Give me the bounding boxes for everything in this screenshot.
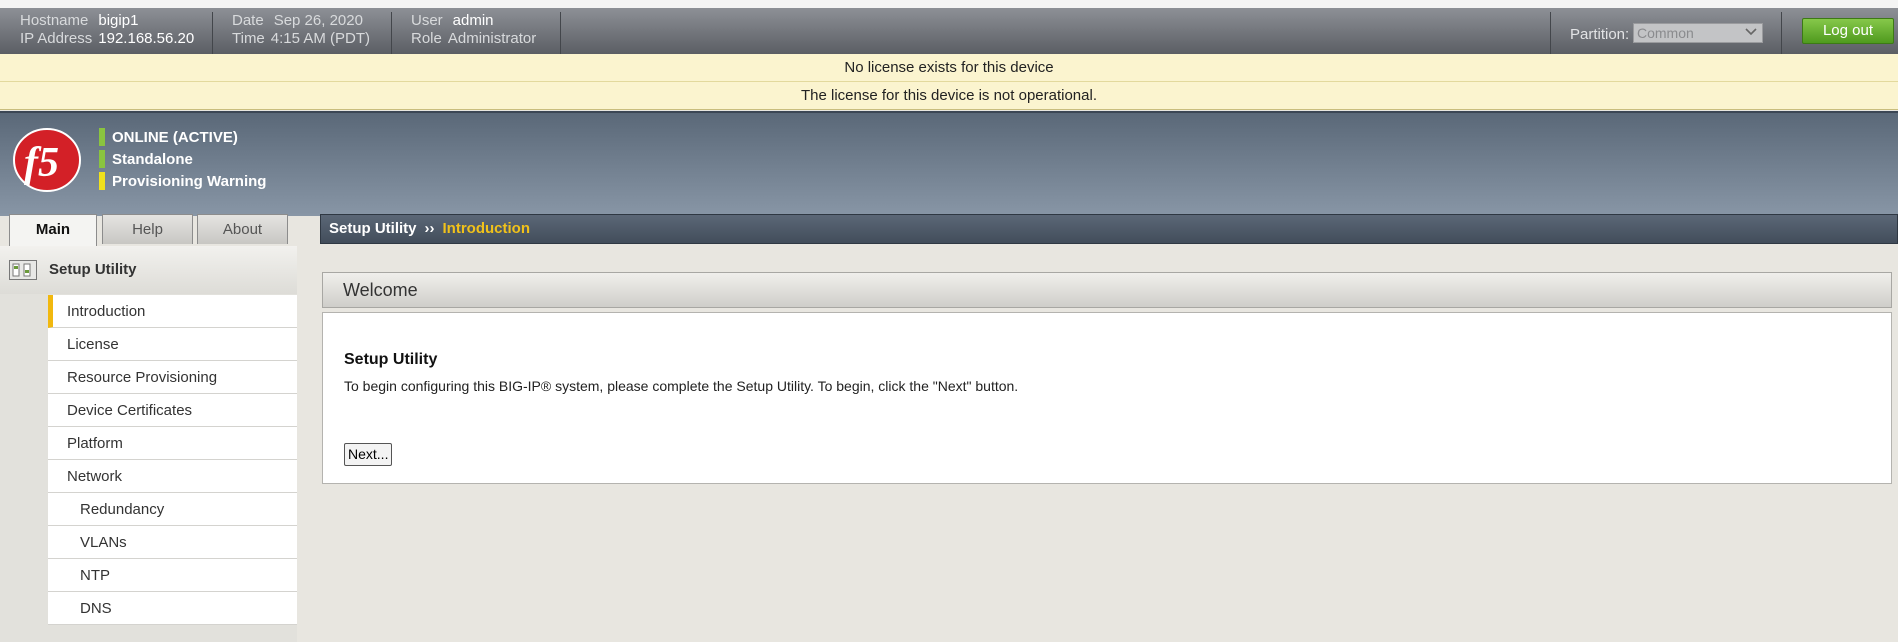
sidebar-nav: Introduction License Resource Provisioni… [48,295,297,625]
banner: f5 ONLINE (ACTIVE) Standalone Provisioni… [0,111,1898,216]
sidebar-item-dns[interactable]: DNS [48,592,297,625]
top-status-bar: Hostname bigip1 IP Address 192.168.56.20 D… [0,0,1898,54]
tab-main[interactable]: Main [9,214,97,246]
status-online: ONLINE (ACTIVE) [99,126,266,148]
hostname-value: bigip1 [98,12,139,29]
panel-title: Welcome [322,272,1892,308]
breadcrumb-separator: ›› [424,220,435,237]
date-label: Date [232,12,264,29]
hostname-label: Hostname [20,12,89,29]
user-info: User admin Role Administrator [411,12,561,54]
section-description: To begin configuring this BIG-IP® system… [344,378,1019,394]
role-label: Role [411,30,442,47]
status-label[interactable]: ONLINE (ACTIVE) [112,129,238,146]
time-label: Time [232,30,265,47]
breadcrumb-parent[interactable]: Setup Utility [329,220,417,237]
section-title: Setup Utility [344,351,438,368]
sidebar-item-platform[interactable]: Platform [48,427,297,460]
partition-selector: Partition: Common [1550,12,1782,54]
sidebar-title: Setup Utility [49,261,137,278]
sidebar-item-network[interactable]: Network [48,460,297,493]
chevron-down-icon [1745,28,1757,36]
date-info: Date Sep 26, 2020 Time 4:15 AM (PDT) [232,12,392,54]
license-alert: The license for this device is not opera… [0,82,1898,110]
svg-text:f5: f5 [24,140,59,186]
sidebar-item-vlans[interactable]: VLANs [48,526,297,559]
status-list: ONLINE (ACTIVE) Standalone Provisioning … [99,126,266,192]
breadcrumb-current: Introduction [442,220,530,237]
setup-utility-icon [9,260,37,280]
status-indicator [99,150,105,168]
logout-button[interactable]: Log out [1802,18,1894,44]
status-indicator [99,128,105,146]
time-value: 4:15 AM (PDT) [270,30,370,47]
partition-value: Common [1637,25,1694,41]
host-info: Hostname bigip1 IP Address 192.168.56.20 [20,12,213,54]
sidebar-item-redundancy[interactable]: Redundancy [48,493,297,526]
tab-help[interactable]: Help [102,214,193,244]
partition-dropdown[interactable]: Common [1633,23,1763,43]
sidebar-item-license[interactable]: License [48,328,297,361]
sidebar-item-ntp[interactable]: NTP [48,559,297,592]
sidebar: Setup Utility Introduction License Resou… [0,246,297,642]
sidebar-item-resource-provisioning[interactable]: Resource Provisioning [48,361,297,394]
sidebar-header[interactable]: Setup Utility [0,246,297,294]
ip-label: IP Address [20,30,93,47]
license-alert: No license exists for this device [0,54,1898,82]
status-label[interactable]: Provisioning Warning [112,173,266,190]
sidebar-item-device-certificates[interactable]: Device Certificates [48,394,297,427]
status-indicator [99,172,105,190]
sidebar-item-introduction[interactable]: Introduction [48,295,297,328]
user-value: admin [452,12,494,29]
tab-about[interactable]: About [197,214,288,244]
main-panel: Welcome Setup Utility To begin configuri… [322,272,1892,484]
status-label[interactable]: Standalone [112,151,193,168]
panel-content: Setup Utility To begin configuring this … [322,312,1892,484]
status-provisioning: Provisioning Warning [99,170,266,192]
partition-label: Partition: [1570,26,1630,43]
ip-value: 192.168.56.20 [98,30,195,47]
date-value: Sep 26, 2020 [273,12,363,29]
role-value: Administrator [447,30,537,47]
status-standalone: Standalone [99,148,266,170]
user-label: User [411,12,443,29]
breadcrumb: Setup Utility ›› Introduction [320,214,1898,244]
main-tabs: Main Help About [0,214,320,246]
f5-logo[interactable]: f5 [12,124,82,194]
next-button[interactable]: Next... [344,443,393,466]
